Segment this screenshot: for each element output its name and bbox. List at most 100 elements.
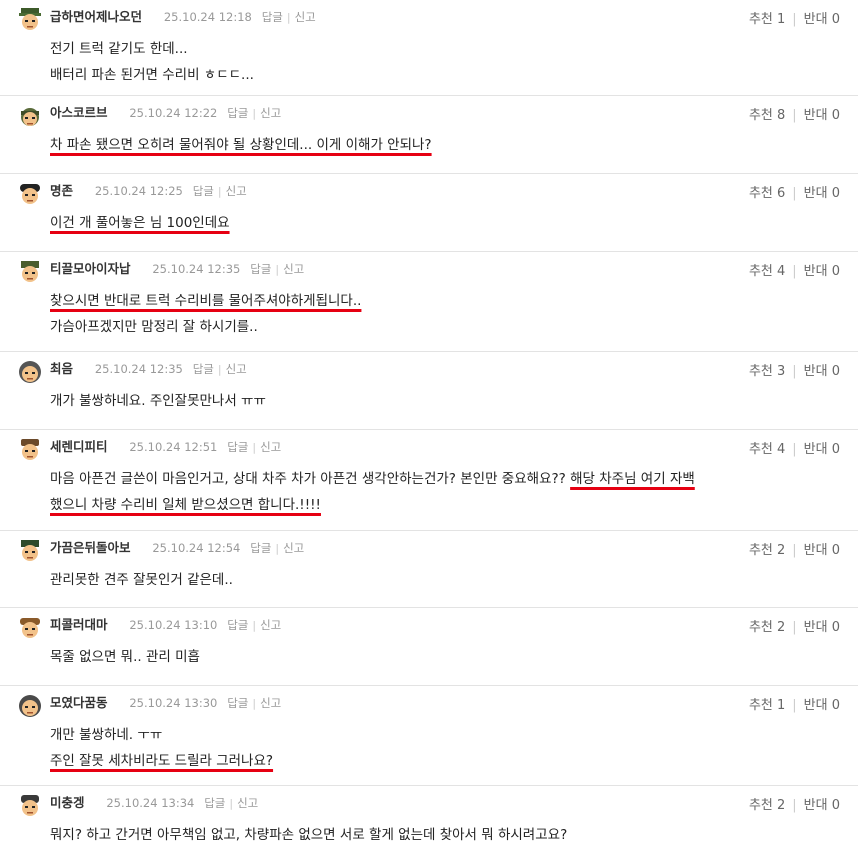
timestamp: 25.10.24 13:10 <box>129 618 218 632</box>
reply-link[interactable]: 답글 <box>204 796 225 810</box>
report-link[interactable]: 신고 <box>260 618 281 632</box>
comment-meta: 피콜러대마 25.10.24 13:10 답글 | 신고 <box>50 617 281 634</box>
comment-text: 전기 트럭 같기도 한데... <box>50 41 188 57</box>
report-link[interactable]: 신고 <box>295 10 316 24</box>
downvote-button[interactable]: 반대 0 <box>804 798 840 813</box>
vote-box: 추천 1 | 반대 0 <box>749 8 840 27</box>
upvote-button[interactable]: 추천 2 <box>749 798 785 813</box>
nickname[interactable]: 최음 <box>50 361 73 376</box>
reply-link[interactable]: 답글 <box>227 696 248 710</box>
report-link[interactable]: 신고 <box>260 696 281 710</box>
upvote-button[interactable]: 추천 4 <box>749 442 785 457</box>
comment-list: 급하면어제나오던 25.10.24 12:18 답글 | 신고 추천 1 | 반대 0 … <box>0 0 858 864</box>
reply-link[interactable]: 답글 <box>193 184 214 198</box>
comment-meta: 티끌모아이자납 25.10.24 12:35 답글 | 신고 <box>50 261 304 278</box>
separator: | <box>792 108 797 123</box>
comment-body: 목줄 없으면 뭐.. 관리 미흡 <box>50 644 844 670</box>
avatar-icon <box>19 8 41 30</box>
avatar-icon <box>20 618 40 638</box>
separator: | <box>252 107 257 120</box>
comment-text: 차 파손 됐으면 오히려 물어줘야 될 상황인데... 이게 이해가 안되나? <box>50 137 432 153</box>
reply-link[interactable]: 답글 <box>227 106 248 120</box>
separator: | <box>252 697 257 710</box>
upvote-button[interactable]: 추천 3 <box>749 364 785 379</box>
separator: | <box>286 11 291 24</box>
upvote-button[interactable]: 추천 6 <box>749 186 785 201</box>
report-link[interactable]: 신고 <box>283 262 304 276</box>
nickname[interactable]: 가끔은뒤돌아보 <box>50 540 131 555</box>
nickname[interactable]: 피콜러대마 <box>50 617 108 632</box>
comment-body: 개가 불쌍하네요. 주인잘못만나서 ㅠㅠ <box>50 388 844 414</box>
reply-link[interactable]: 답글 <box>262 10 283 24</box>
upvote-button[interactable]: 추천 2 <box>749 620 785 635</box>
avatar-icon <box>21 540 39 561</box>
reply-link[interactable]: 답글 <box>227 440 248 454</box>
separator: | <box>792 364 797 379</box>
upvote-button[interactable]: 추천 1 <box>749 698 785 713</box>
report-link[interactable]: 신고 <box>283 541 304 555</box>
upvote-button[interactable]: 추천 8 <box>749 108 785 123</box>
vote-box: 추천 2 | 반대 0 <box>749 616 840 635</box>
reply-link[interactable]: 답글 <box>227 618 248 632</box>
separator: | <box>217 363 222 376</box>
downvote-button[interactable]: 반대 0 <box>804 698 840 713</box>
downvote-button[interactable]: 반대 0 <box>804 620 840 635</box>
downvote-button[interactable]: 반대 0 <box>804 108 840 123</box>
separator: | <box>275 263 280 276</box>
vote-box: 추천 4 | 반대 0 <box>749 438 840 457</box>
nickname[interactable]: 세렌디피티 <box>50 439 108 454</box>
avatar-icon <box>21 795 39 816</box>
report-link[interactable]: 신고 <box>260 440 281 454</box>
downvote-button[interactable]: 반대 0 <box>804 543 840 558</box>
comment-body: 마음 아픈건 글쓴이 마음인거고, 상대 차주 차가 아픈건 생각안하는건가? … <box>50 466 844 518</box>
report-link[interactable]: 신고 <box>226 362 247 376</box>
separator: | <box>792 620 797 635</box>
nickname[interactable]: 티끌모아이자납 <box>50 261 131 276</box>
downvote-button[interactable]: 반대 0 <box>804 12 840 27</box>
separator: | <box>275 542 280 555</box>
separator: | <box>217 185 222 198</box>
comment-text: 이건 개 풀어놓은 님 100인데요 <box>50 215 230 231</box>
downvote-button[interactable]: 반대 0 <box>804 364 840 379</box>
comment-body: 뭐지? 하고 간거면 아무책임 없고, 차량파손 없으면 서로 할게 없는데 찾… <box>50 822 844 848</box>
nickname[interactable]: 급하면어제나오던 <box>50 9 142 24</box>
avatar-icon <box>21 108 39 126</box>
comment-item: 미충겡 25.10.24 13:34 답글 | 신고 추천 2 | 반대 0 뭐지? 하… <box>0 786 858 864</box>
comment-meta: 세렌디피티 25.10.24 12:51 답글 | 신고 <box>50 439 281 456</box>
vote-box: 추천 2 | 반대 0 <box>749 794 840 813</box>
comment-text: 주인 잘못 세차비라도 드릴라 그러나요? <box>50 753 274 769</box>
downvote-button[interactable]: 반대 0 <box>804 442 840 457</box>
nickname[interactable]: 모였다꿈동 <box>50 695 108 710</box>
reply-link[interactable]: 답글 <box>193 362 214 376</box>
nickname[interactable]: 명존 <box>50 183 73 198</box>
report-link[interactable]: 신고 <box>226 184 247 198</box>
reply-link[interactable]: 답글 <box>250 541 271 555</box>
avatar-icon <box>21 439 39 460</box>
vote-box: 추천 6 | 반대 0 <box>749 182 840 201</box>
downvote-button[interactable]: 반대 0 <box>804 186 840 201</box>
comment-item: 아스코르브 25.10.24 12:22 답글 | 신고 추천 8 | 반대 0 차 파… <box>0 96 858 174</box>
comment-item: 세렌디피티 25.10.24 12:51 답글 | 신고 추천 4 | 반대 0 마음 … <box>0 430 858 531</box>
comment-text: 배터리 파손 된거면 수리비 ㅎㄷㄷ... <box>50 67 254 83</box>
comment-body: 개만 불쌍하네. ㅜㅠ 주인 잘못 세차비라도 드릴라 그러나요? <box>50 722 844 774</box>
timestamp: 25.10.24 12:51 <box>129 440 218 454</box>
nickname[interactable]: 아스코르브 <box>50 105 108 120</box>
nickname[interactable]: 미충겡 <box>50 795 85 810</box>
comment-text: 마음 아픈건 글쓴이 마음인거고, 상대 차주 차가 아픈건 생각안하는건가? … <box>50 471 571 487</box>
separator: | <box>792 264 797 279</box>
timestamp: 25.10.24 12:54 <box>152 541 241 555</box>
downvote-button[interactable]: 반대 0 <box>804 264 840 279</box>
comment-text: 개만 불쌍하네. ㅜㅠ <box>50 727 163 743</box>
comment-meta: 미충겡 25.10.24 13:34 답글 | 신고 <box>50 795 258 812</box>
upvote-button[interactable]: 추천 1 <box>749 12 785 27</box>
upvote-button[interactable]: 추천 2 <box>749 543 785 558</box>
report-link[interactable]: 신고 <box>260 106 281 120</box>
upvote-button[interactable]: 추천 4 <box>749 264 785 279</box>
timestamp: 25.10.24 12:35 <box>152 262 241 276</box>
report-link[interactable]: 신고 <box>237 796 258 810</box>
separator: | <box>792 442 797 457</box>
comment-item: 가끔은뒤돌아보 25.10.24 12:54 답글 | 신고 추천 2 | 반대 0 관… <box>0 531 858 608</box>
reply-link[interactable]: 답글 <box>250 262 271 276</box>
vote-box: 추천 1 | 반대 0 <box>749 694 840 713</box>
comment-item: 티끌모아이자납 25.10.24 12:35 답글 | 신고 추천 4 | 반대 0 찾… <box>0 252 858 352</box>
